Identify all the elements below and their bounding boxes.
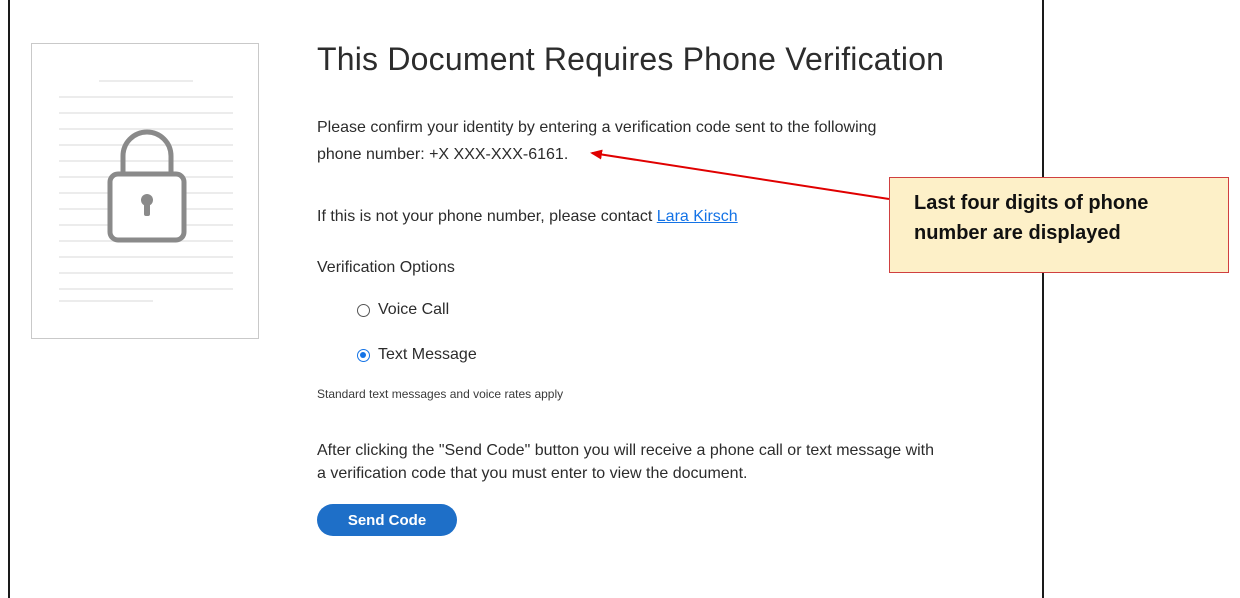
text-message-radio[interactable] bbox=[357, 348, 370, 362]
lock-icon bbox=[107, 129, 187, 243]
rates-note: Standard text messages and voice rates a… bbox=[317, 387, 564, 401]
text-message-option[interactable]: Text Message bbox=[357, 346, 477, 364]
callout-line-2: number are displayed bbox=[914, 222, 1121, 244]
text-message-label: Text Message bbox=[378, 346, 477, 363]
intro-line-2: phone number: +X XXX-XXX-6161. bbox=[317, 146, 569, 163]
contact-link[interactable]: Lara Kirsch bbox=[657, 208, 738, 225]
voice-call-label: Voice Call bbox=[378, 301, 450, 318]
voice-call-option[interactable]: Voice Call bbox=[357, 301, 449, 319]
voice-call-radio[interactable] bbox=[357, 303, 370, 317]
send-code-button[interactable]: Send Code bbox=[317, 504, 457, 536]
contact-text: If this is not your phone number, please… bbox=[317, 203, 738, 230]
after-line-2: a verification code that you must enter … bbox=[317, 465, 748, 482]
document-icon bbox=[31, 43, 259, 339]
annotation-callout: Last four digits of phone number are dis… bbox=[889, 177, 1229, 273]
contact-prefix: If this is not your phone number, please… bbox=[317, 208, 657, 225]
intro-line-1: Please confirm your identity by entering… bbox=[317, 119, 877, 136]
callout-line-1: Last four digits of phone bbox=[914, 192, 1149, 214]
verification-options-label: Verification Options bbox=[317, 259, 455, 276]
page-title: This Document Requires Phone Verificatio… bbox=[317, 41, 945, 77]
